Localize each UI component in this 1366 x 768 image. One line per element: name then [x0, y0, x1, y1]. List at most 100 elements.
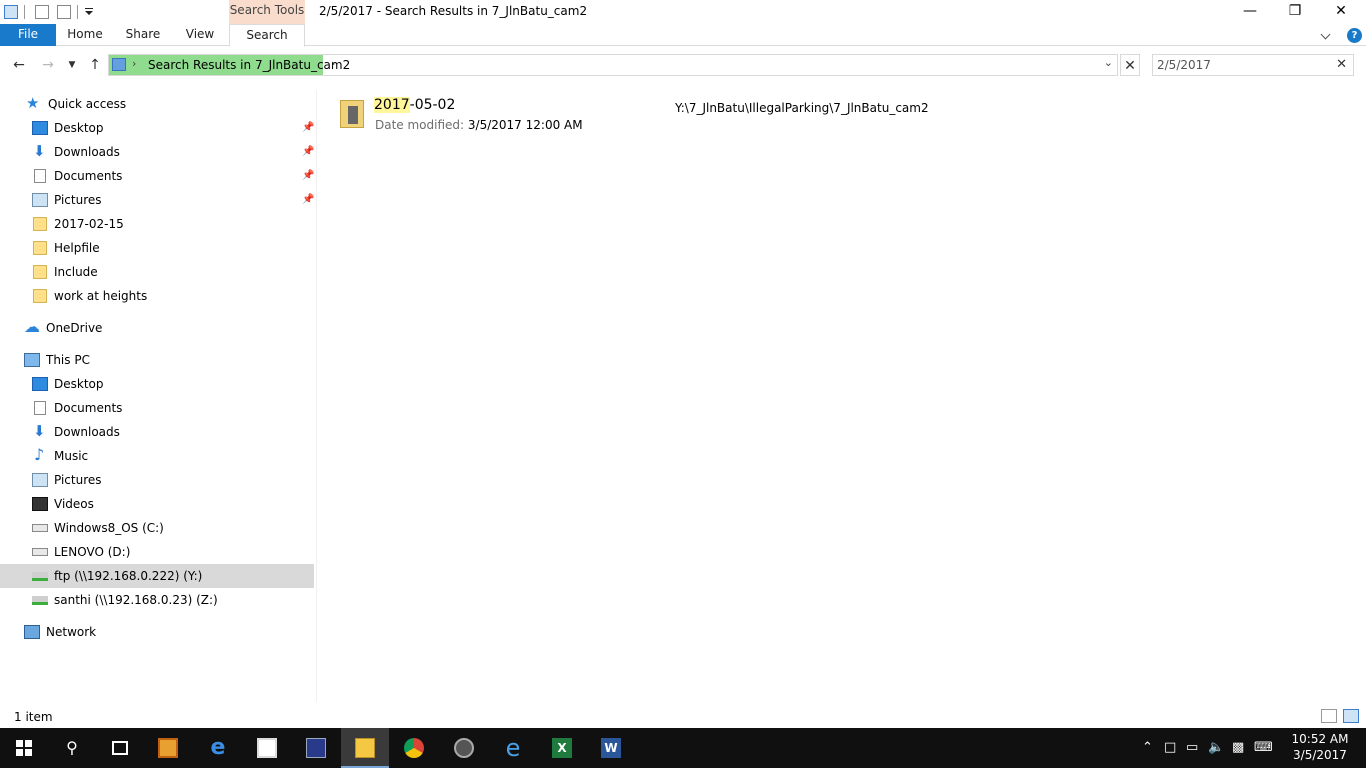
- breadcrumb-current[interactable]: Search Results in 7_JlnBatu_cam2: [148, 58, 350, 72]
- system-tray: ⌃ □ ▭ 🔈 ▩ ⌨ 10:52 AM 3/5/2017: [1136, 728, 1366, 768]
- breadcrumb-separator-icon[interactable]: ›: [132, 57, 136, 70]
- task-view-button[interactable]: [96, 728, 144, 768]
- taskbar-app[interactable]: [292, 728, 340, 768]
- taskbar-edge[interactable]: e: [194, 728, 242, 768]
- taskbar-search-button[interactable]: ⚲: [48, 728, 96, 768]
- task-view-icon: [112, 741, 128, 755]
- sidebar-item[interactable]: santhi (\\192.168.0.23) (Z:): [0, 588, 314, 612]
- pin-icon[interactable]: 📌: [302, 122, 314, 133]
- sidebar-item[interactable]: Desktop 📌: [0, 116, 314, 140]
- sidebar-item-label: 2017-02-15: [54, 217, 124, 231]
- system-clock[interactable]: 10:52 AM 3/5/2017: [1290, 731, 1350, 763]
- taskbar-chrome[interactable]: [390, 728, 438, 768]
- drive-icon: [32, 548, 48, 556]
- folder-icon: [33, 289, 47, 303]
- explorer-icon[interactable]: [4, 5, 18, 19]
- search-tools-context-label: Search Tools: [229, 0, 305, 24]
- sidebar-item-label: Videos: [54, 497, 94, 511]
- network-drive-icon: [32, 595, 48, 605]
- search-result-item[interactable]: 2017-05-02 Date modified: 3/5/2017 12:00…: [340, 96, 1240, 136]
- tab-file[interactable]: File: [0, 24, 56, 46]
- breadcrumb-chevron-icon[interactable]: ›: [331, 57, 335, 70]
- search-box[interactable]: ✕: [1152, 54, 1354, 76]
- nav-label: OneDrive: [46, 321, 103, 335]
- sidebar-item[interactable]: Helpfile: [0, 236, 314, 260]
- result-path: Y:\7_JlnBatu\IllegalParking\7_JlnBatu_ca…: [675, 101, 929, 115]
- address-dropdown-icon[interactable]: ⌄: [1104, 56, 1113, 69]
- onedrive-icon: [24, 317, 40, 336]
- keyboard-icon[interactable]: ⌨: [1254, 728, 1273, 768]
- up-button[interactable]: ↑: [84, 54, 106, 76]
- minimize-button[interactable]: —: [1227, 0, 1273, 24]
- downloads-icon: [32, 142, 48, 160]
- sidebar-item[interactable]: Pictures: [0, 468, 314, 492]
- sidebar-item[interactable]: ftp (\\192.168.0.222) (Y:): [0, 564, 314, 588]
- restore-button[interactable]: ❐: [1272, 0, 1318, 24]
- network-status-icon[interactable]: □: [1164, 728, 1176, 768]
- forward-button[interactable]: →: [37, 54, 59, 76]
- expand-ribbon-icon[interactable]: [1321, 30, 1331, 40]
- tab-share[interactable]: Share: [116, 24, 170, 46]
- pane-divider[interactable]: [316, 90, 317, 702]
- nav-quick-access[interactable]: Quick access: [0, 92, 314, 116]
- taskbar-word[interactable]: W: [587, 728, 635, 768]
- sidebar-item[interactable]: Documents: [0, 396, 314, 420]
- taskbar-internet-explorer[interactable]: e: [489, 728, 537, 768]
- sidebar-item[interactable]: Desktop: [0, 372, 314, 396]
- taskbar-file-explorer[interactable]: [341, 728, 389, 768]
- battery-icon[interactable]: ▭: [1186, 728, 1198, 768]
- downloads-icon: [32, 422, 48, 440]
- pin-icon[interactable]: 📌: [302, 170, 314, 181]
- navigation-pane: Quick access Desktop📌Downloads📌Documents…: [0, 90, 316, 702]
- tab-search[interactable]: Search: [229, 24, 305, 47]
- back-button[interactable]: ←: [8, 54, 30, 76]
- ie-icon: e: [505, 734, 521, 762]
- tab-view[interactable]: View: [174, 24, 226, 46]
- address-bar[interactable]: › Search Results in 7_JlnBatu_cam2 › ⌄: [108, 54, 1118, 76]
- taskbar-store[interactable]: [243, 728, 291, 768]
- details-view-icon[interactable]: [1321, 709, 1337, 723]
- pin-icon[interactable]: 📌: [302, 146, 314, 157]
- sidebar-item[interactable]: LENOVO (D:): [0, 540, 314, 564]
- taskbar-app-2[interactable]: [440, 728, 488, 768]
- nav-this-pc[interactable]: This PC: [0, 348, 314, 372]
- taskbar: ⚲ e e X W ⌃ □ ▭ 🔈 ▩ ⌨ 10:52 AM 3/5/2017: [0, 728, 1366, 768]
- clear-search-icon[interactable]: ✕: [1336, 55, 1347, 75]
- start-button[interactable]: [0, 728, 48, 768]
- new-folder-icon[interactable]: [57, 5, 71, 19]
- sidebar-item[interactable]: Documents 📌: [0, 164, 314, 188]
- sidebar-item[interactable]: work at heights: [0, 284, 314, 308]
- search-input[interactable]: [1153, 55, 1323, 75]
- title-bar: Search Tools 2/5/2017 - Search Results i…: [0, 0, 1366, 24]
- tab-home[interactable]: Home: [58, 24, 112, 46]
- nav-onedrive[interactable]: OneDrive: [0, 316, 314, 340]
- sidebar-item[interactable]: Windows8_OS (C:): [0, 516, 314, 540]
- close-button[interactable]: ✕: [1318, 0, 1364, 24]
- recent-locations-button[interactable]: ▼: [61, 54, 83, 76]
- sidebar-item[interactable]: Pictures 📌: [0, 188, 314, 212]
- cancel-search-button[interactable]: ✕: [1120, 54, 1140, 76]
- sidebar-item[interactable]: 2017-02-15: [0, 212, 314, 236]
- show-hidden-icons[interactable]: ⌃: [1142, 728, 1153, 768]
- search-results-icon: [112, 58, 126, 71]
- pin-icon[interactable]: 📌: [302, 194, 314, 205]
- sidebar-item[interactable]: Videos: [0, 492, 314, 516]
- sidebar-item[interactable]: Music: [0, 444, 314, 468]
- large-icons-view-icon[interactable]: [1343, 709, 1359, 723]
- sidebar-item[interactable]: Downloads 📌: [0, 140, 314, 164]
- pictures-icon: [32, 473, 48, 487]
- action-center-icon[interactable]: ▩: [1232, 728, 1244, 768]
- customize-toolbar-icon[interactable]: [84, 5, 94, 19]
- clock-date: 3/5/2017: [1293, 748, 1347, 762]
- sidebar-item-label: ftp (\\192.168.0.222) (Y:): [54, 569, 203, 583]
- taskbar-excel[interactable]: X: [538, 728, 586, 768]
- properties-icon[interactable]: [35, 5, 49, 19]
- sidebar-item[interactable]: Include: [0, 260, 314, 284]
- compressed-folder-icon: [340, 100, 364, 128]
- sidebar-item[interactable]: Downloads: [0, 420, 314, 444]
- volume-muted-icon[interactable]: 🔈: [1208, 728, 1224, 768]
- help-icon[interactable]: ?: [1347, 27, 1362, 43]
- desktop-icon: [32, 121, 48, 135]
- taskbar-media-player[interactable]: [144, 728, 192, 768]
- nav-network[interactable]: Network: [0, 620, 314, 644]
